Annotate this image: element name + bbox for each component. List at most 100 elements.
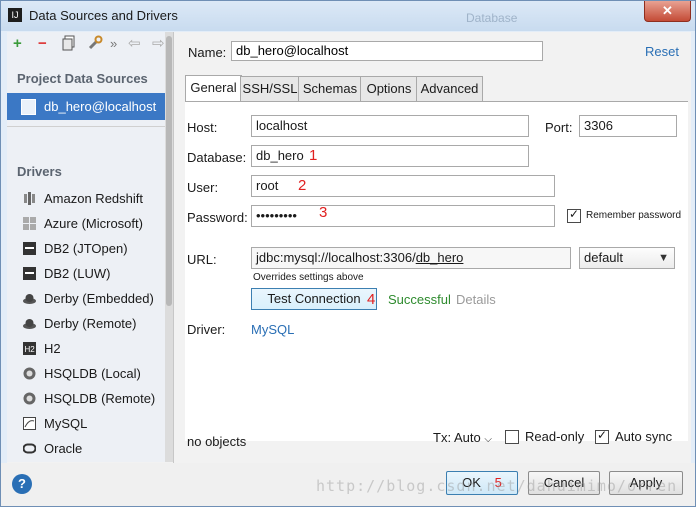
remove-icon[interactable]: −: [38, 36, 47, 52]
derby-hat-icon: [23, 294, 36, 304]
read-only-label: Read-only: [525, 429, 585, 444]
annotation-mark: 4: [367, 291, 376, 308]
driver-label: Derby (Embedded): [44, 291, 154, 306]
password-label: Password:: [187, 210, 248, 225]
windows-icon: [23, 217, 36, 230]
wrench-icon[interactable]: [87, 35, 103, 55]
redshift-icon: [24, 192, 35, 205]
objects-status: no objects: [187, 434, 247, 449]
close-button[interactable]: ✕: [644, 1, 691, 22]
forward-icon[interactable]: ⇨: [152, 36, 165, 52]
tab-advanced[interactable]: Advanced: [416, 76, 483, 101]
divider: [7, 126, 165, 127]
driver-item-amazon-redshift[interactable]: Amazon Redshift: [7, 187, 165, 211]
add-icon[interactable]: +: [13, 36, 22, 52]
tab-ssh-ssl[interactable]: SSH/SSL: [240, 76, 300, 101]
driver-item-derby-remote[interactable]: Derby (Remote): [7, 312, 165, 336]
back-icon[interactable]: ⇦: [128, 36, 141, 52]
data-source-item[interactable]: db_hero@localhost: [7, 93, 165, 120]
chevron-down-icon: ▼: [658, 252, 669, 264]
driver-label: HSQLDB (Local): [44, 366, 141, 381]
database-label: Database:: [187, 150, 247, 165]
db2-icon: [23, 242, 36, 255]
background-window-title: Database: [466, 11, 518, 25]
password-field[interactable]: •••••••••: [251, 205, 555, 227]
driver-item-hsqldb-local[interactable]: HSQLDB (Local): [7, 362, 165, 386]
port-field[interactable]: 3306: [579, 115, 677, 137]
details-link[interactable]: Details: [456, 292, 496, 307]
chevron-down-icon: ⌵: [484, 434, 492, 445]
name-label: Name:: [188, 45, 227, 60]
auto-sync-label: Auto sync: [615, 429, 673, 444]
reset-link[interactable]: Reset: [645, 44, 679, 59]
annotation-mark: 1: [309, 147, 318, 164]
user-field[interactable]: root: [251, 175, 555, 197]
url-prefix: jdbc:mysql://localhost:3306/: [256, 250, 416, 265]
url-field[interactable]: jdbc:mysql://localhost:3306/db_hero: [251, 247, 571, 269]
driver-item-hsqldb-remote[interactable]: HSQLDB (Remote): [7, 387, 165, 411]
driver-item-mysql[interactable]: MySQL: [7, 412, 165, 436]
driver-label: H2: [44, 341, 61, 356]
annotation-mark: 3: [319, 204, 328, 221]
driver-item-h2[interactable]: H2 H2: [7, 337, 165, 361]
more-icon[interactable]: »: [110, 36, 117, 52]
database-field[interactable]: db_hero: [251, 145, 529, 167]
driver-item-db2-jtopen[interactable]: DB2 (JTOpen): [7, 237, 165, 261]
url-mode-value: default: [584, 250, 624, 265]
driver-label: Amazon Redshift: [44, 191, 143, 206]
oracle-icon: [23, 443, 36, 454]
driver-label: Azure (Microsoft): [44, 216, 143, 231]
read-only-checkbox[interactable]: [505, 430, 519, 444]
url-mode-select[interactable]: default ▼: [579, 247, 675, 269]
driver-item-db2-luw[interactable]: DB2 (LUW): [7, 262, 165, 286]
user-label: User:: [187, 180, 219, 195]
drivers-heading: Drivers: [17, 164, 62, 179]
host-label: Host:: [187, 120, 218, 135]
dialog-content: + − » ⇦ ⇨ Project Data Sources db_hero@l…: [7, 32, 691, 469]
project-data-sources-heading: Project Data Sources: [17, 71, 148, 86]
derby-hat-icon: [23, 319, 36, 329]
port-label: Port:: [545, 120, 573, 135]
scrollbar-thumb[interactable]: [166, 36, 172, 306]
remember-password-label: Remember password: [586, 210, 682, 221]
tab-schemas[interactable]: Schemas: [298, 76, 362, 101]
remember-password-checkbox[interactable]: ✓: [567, 207, 581, 223]
datasource-icon: [21, 99, 36, 115]
driver-label: HSQLDB (Remote): [44, 391, 156, 406]
test-connection-button[interactable]: Test Connection: [251, 288, 377, 310]
dialog-window: IJ Data Sources and Drivers Database ✕ +…: [0, 0, 696, 507]
database-value: db_hero: [256, 148, 304, 163]
driver-label: Driver:: [187, 322, 226, 337]
connection-status: Successful: [388, 292, 451, 307]
sidebar-scrollbar[interactable]: [165, 32, 173, 462]
driver-link[interactable]: MySQL: [251, 322, 294, 337]
checkmark-icon: ✓: [597, 428, 608, 442]
title-bar: IJ Data Sources and Drivers Database ✕: [1, 1, 695, 31]
copy-icon[interactable]: [62, 35, 76, 55]
help-icon[interactable]: ?: [12, 474, 32, 494]
auto-sync-checkbox[interactable]: ✓: [595, 428, 609, 444]
driver-label: DB2 (JTOpen): [44, 241, 128, 256]
tab-options[interactable]: Options: [360, 76, 418, 101]
driver-label: Oracle: [44, 441, 83, 456]
tab-general[interactable]: General: [185, 75, 242, 102]
panel-divider: [173, 32, 174, 464]
driver-item-azure[interactable]: Azure (Microsoft): [7, 212, 165, 236]
driver-item-derby-embedded[interactable]: Derby (Embedded): [7, 287, 165, 311]
annotation-mark: 2: [298, 177, 307, 194]
url-hint: Overrides settings above: [253, 272, 364, 283]
hsqldb-icon: [23, 392, 36, 405]
db2-icon: [23, 267, 36, 280]
mysql-icon: [23, 417, 36, 430]
data-source-label: db_hero@localhost: [44, 99, 157, 114]
hsqldb-icon: [23, 367, 36, 380]
driver-item-oracle[interactable]: Oracle: [7, 437, 165, 461]
host-field[interactable]: localhost: [251, 115, 529, 137]
checkmark-icon: ✓: [569, 207, 580, 221]
close-icon: ✕: [662, 3, 673, 18]
tx-mode-dropdown[interactable]: Tx: Auto ⌵: [433, 430, 492, 445]
tx-mode-label: Tx: Auto: [433, 430, 481, 445]
driver-label: DB2 (LUW): [44, 266, 111, 281]
watermark: http://blog.csdn.net/dahuimimo/orren: [316, 477, 678, 495]
name-field[interactable]: [231, 41, 543, 61]
